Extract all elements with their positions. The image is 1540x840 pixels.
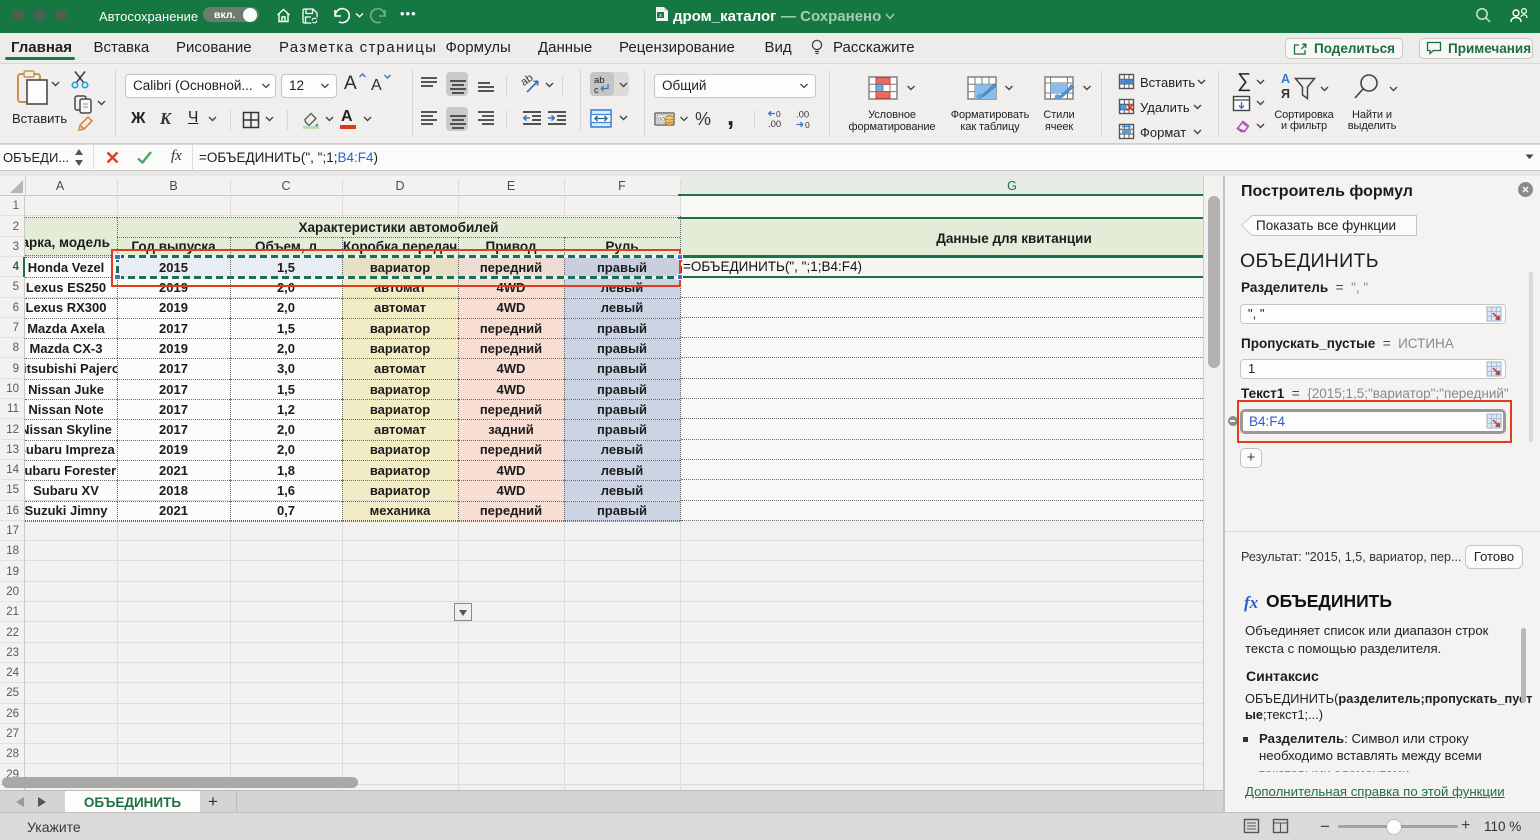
svg-text:00: 00 [658, 118, 665, 124]
svg-text:0: 0 [805, 120, 810, 129]
svg-text:0: 0 [776, 110, 781, 119]
svg-text:.00: .00 [796, 110, 809, 121]
svg-text:c: c [594, 85, 599, 95]
svg-text:x: x [659, 13, 662, 19]
svg-text:.00: .00 [768, 119, 781, 129]
